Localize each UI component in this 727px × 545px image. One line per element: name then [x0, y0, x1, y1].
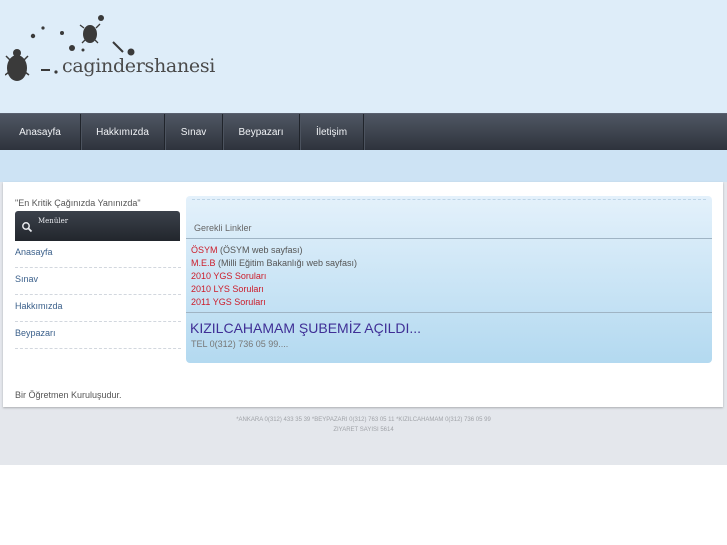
nav-sinav[interactable]: Sınav [165, 114, 223, 151]
sidebar-menu-title: Menüler [38, 217, 69, 225]
link-row-2011-ygs: 2011 YGS Soruları [191, 297, 266, 307]
nav-beypazari[interactable]: Beypazarı [223, 114, 300, 151]
main-navbar: Anasayfa Hakkımızda Sınav Beypazarı İlet… [0, 113, 727, 151]
news-phone: TEL 0(312) 736 05 99.... [191, 339, 289, 349]
panel-title: Gerekli Linkler [194, 223, 252, 233]
slogan: "En Kritik Çağınızda Yanınızda" [15, 198, 141, 208]
osym-desc: (ÖSYM web sayfası) [217, 245, 303, 255]
ygs-2010-link[interactable]: 2010 YGS Soruları [191, 271, 266, 281]
magnifier-icon [22, 222, 33, 233]
meb-desc: (Milli Eğitim Bakanlığı web sayfası) [215, 258, 358, 268]
nav-hakkimizda[interactable]: Hakkımızda [81, 114, 165, 151]
footer-phones: *ANKARA 0(312) 433 35 39 *BEYPAZARI 0(31… [236, 417, 491, 423]
link-row-2010-lys: 2010 LYS Soruları [191, 284, 264, 294]
lys-2010-link[interactable]: 2010 LYS Soruları [191, 284, 264, 294]
news-headline: KIZILCAHAMAM ŞUBEMİZ AÇILDI... [190, 320, 422, 336]
footer-visit-count: ZIYARET SAYISI 5614 [333, 427, 394, 433]
sidebar-item-hakkimizda[interactable]: Hakkımızda [15, 295, 181, 322]
sidebar-item-anasayfa[interactable]: Anasayfa [15, 241, 181, 268]
sidebar-menu-header: Menüler [15, 211, 180, 241]
link-row-2010-ygs: 2010 YGS Soruları [191, 271, 266, 281]
sidebar-item-beypazari[interactable]: Beypazarı [15, 322, 181, 349]
nav-anasayfa[interactable]: Anasayfa [0, 114, 81, 151]
ygs-2011-link[interactable]: 2011 YGS Soruları [191, 297, 266, 307]
osym-link[interactable]: ÖSYM [191, 245, 218, 255]
meb-link[interactable]: M.E.B [191, 258, 216, 268]
panel-divider [186, 238, 712, 239]
sidebar-item-sinav[interactable]: Sınav [15, 268, 181, 295]
header-band [0, 150, 727, 182]
news-divider [186, 312, 712, 313]
link-row-osym: ÖSYM (ÖSYM web sayfası) [191, 245, 303, 255]
link-row-meb: M.E.B (Milli Eğitim Bakanlığı web sayfas… [191, 258, 357, 268]
logo-text[interactable]: cagindershanesi [62, 55, 215, 77]
nav-iletisim[interactable]: İletişim [300, 114, 364, 151]
founded-note: Bir Öğretmen Kuruluşudur. [15, 390, 122, 400]
